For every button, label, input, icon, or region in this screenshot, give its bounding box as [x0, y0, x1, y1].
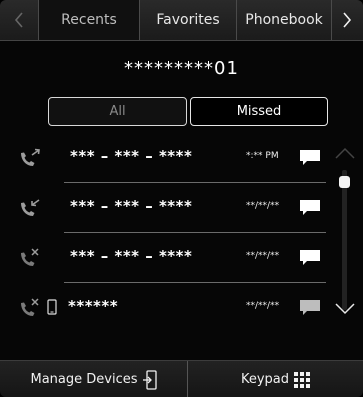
call-time: **/**/**: [246, 201, 280, 211]
call-time: **/**/**: [246, 301, 280, 311]
filter-all-button[interactable]: All: [48, 97, 187, 126]
message-icon[interactable]: [299, 249, 321, 266]
phone-screen: Recents Favorites Phonebook *********01 …: [0, 0, 363, 397]
call-row[interactable]: *** – *** – **** **/**/**: [0, 233, 335, 283]
scrollbar-track[interactable]: [342, 170, 347, 310]
filter-missed-button[interactable]: Missed: [190, 97, 328, 126]
incoming-call-icon: [21, 199, 40, 216]
manage-devices-label: Manage Devices: [30, 372, 138, 387]
missed-call-icon: [21, 298, 39, 316]
message-icon[interactable]: [299, 199, 321, 216]
outgoing-call-icon: [21, 148, 40, 166]
mobile-phone-icon: [47, 299, 57, 315]
keypad-button[interactable]: Keypad: [188, 361, 363, 397]
keypad-grid-icon: [294, 371, 311, 388]
missed-call-icon: [21, 248, 39, 266]
bottom-bar: Manage Devices Keypad: [0, 360, 363, 397]
previous-tab-button[interactable]: [0, 0, 38, 40]
tab-phonebook[interactable]: Phonebook: [236, 0, 332, 40]
message-icon[interactable]: [299, 149, 321, 166]
chevron-right-icon: [342, 12, 351, 28]
next-tab-button[interactable]: [330, 0, 363, 40]
chevron-left-icon: [14, 12, 23, 28]
call-time: **/**/**: [246, 251, 280, 261]
tab-favorites[interactable]: Favorites: [139, 0, 236, 40]
tab-recents[interactable]: Recents: [38, 0, 139, 40]
tab-bar: Recents Favorites Phonebook: [0, 0, 363, 41]
keypad-label: Keypad: [240, 372, 290, 387]
scroll-up-button[interactable]: [333, 146, 357, 160]
call-time: *:** PM: [246, 151, 279, 161]
manage-devices-button[interactable]: Manage Devices: [0, 361, 188, 397]
call-name: *** – *** – ****: [70, 147, 193, 165]
phone-number-title: *********01: [124, 58, 239, 79]
call-name: ******: [68, 297, 119, 315]
scroll-down-button[interactable]: [333, 302, 357, 316]
scrollbar-thumb[interactable]: [339, 176, 350, 188]
call-name: *** – *** – ****: [70, 197, 193, 215]
call-filter: All Missed: [48, 97, 328, 128]
call-row[interactable]: *** – *** – **** **/**/**: [0, 183, 335, 233]
device-connect-icon: [142, 369, 157, 390]
message-icon[interactable]: [299, 299, 321, 316]
call-row[interactable]: *** – *** – **** *:** PM: [0, 133, 335, 183]
call-row[interactable]: ****** **/**/**: [0, 283, 335, 333]
call-name: *** – *** – ****: [70, 247, 193, 265]
